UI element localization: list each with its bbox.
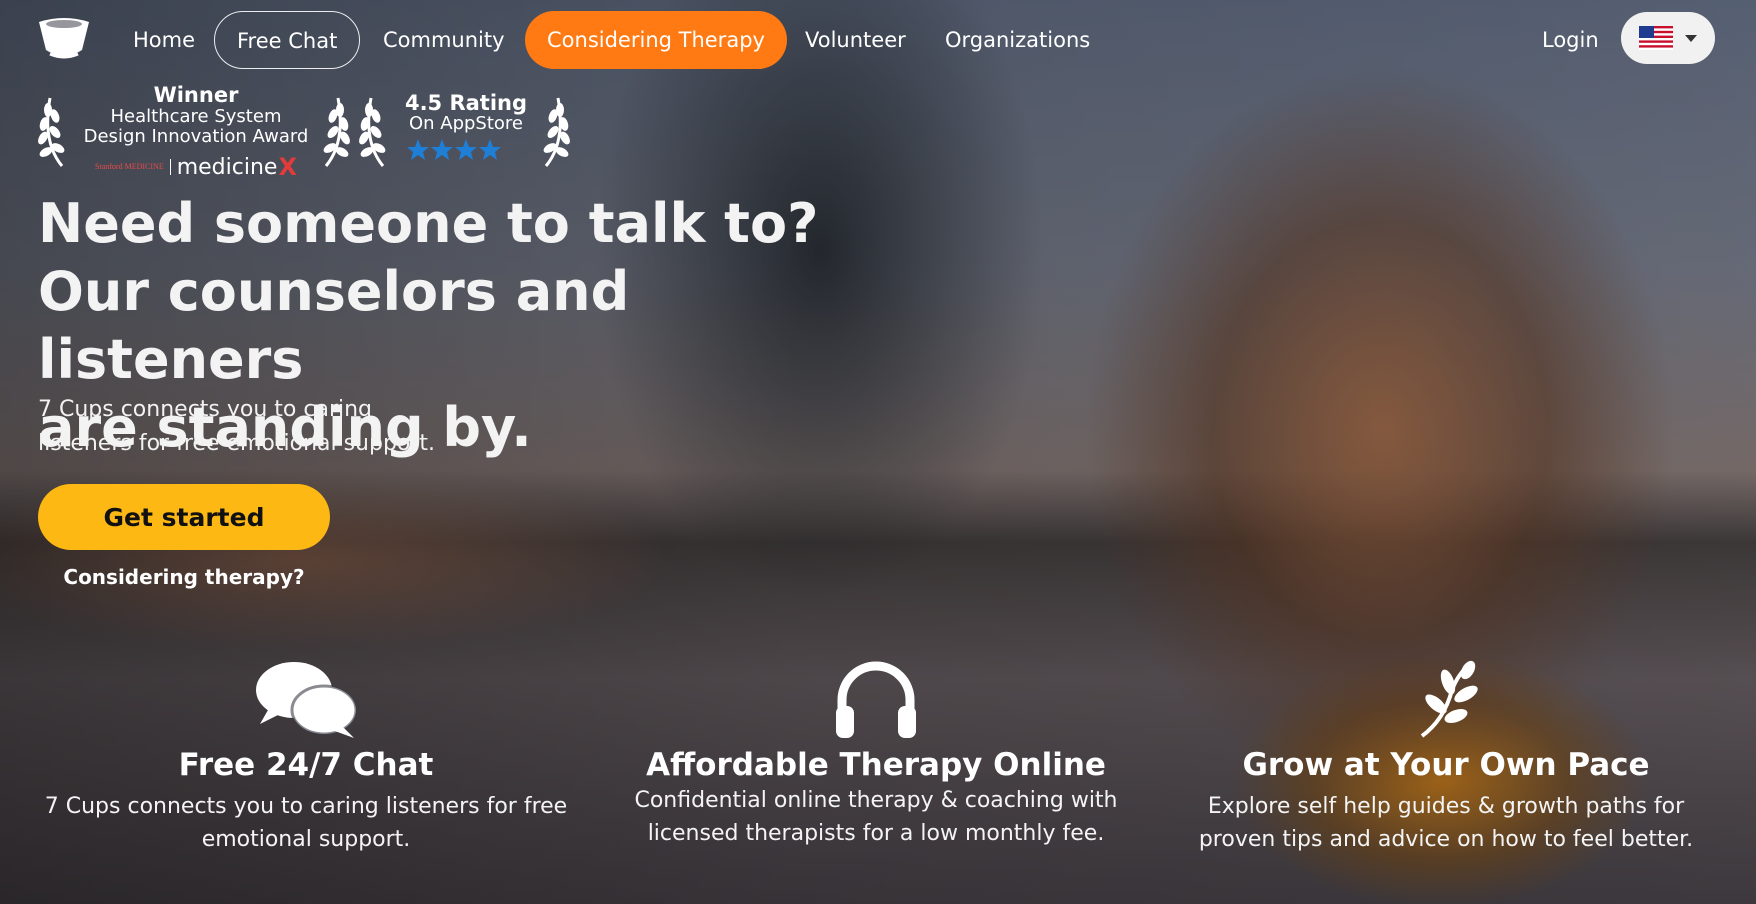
- medicine-logo-text: medicine: [176, 154, 278, 180]
- feature-title: Affordable Therapy Online: [646, 747, 1106, 783]
- nav-considering-therapy[interactable]: Considering Therapy: [525, 11, 787, 69]
- nav-community[interactable]: Community: [383, 11, 505, 69]
- sprout-icon: [1420, 660, 1478, 738]
- hero-subtitle-line-2: listeners for free emotional support.: [38, 431, 436, 456]
- feature-title: Grow at Your Own Pace: [1242, 747, 1650, 783]
- stanford-logo-text: Stanford MEDICINE: [95, 162, 164, 172]
- get-started-button[interactable]: Get started: [38, 484, 330, 550]
- feature-description-line-2: emotional support.: [201, 827, 411, 852]
- award-line-2: Design Innovation Award: [83, 125, 309, 147]
- chevron-down-icon: [1685, 34, 1697, 42]
- award-winner-title: Winner: [153, 83, 239, 107]
- feature-grow: Grow at Your Own Pace Explore self help …: [1176, 660, 1716, 856]
- hero-subtitle-line-1: 7 Cups connects you to caring: [38, 397, 373, 422]
- nav-organizations[interactable]: Organizations: [945, 11, 1090, 69]
- nav-free-chat[interactable]: Free Chat: [214, 11, 361, 69]
- 7cups-logo-icon[interactable]: [36, 16, 92, 62]
- feature-description-line-1: Confidential online therapy & coaching w…: [634, 788, 1118, 813]
- rating-subtitle: On AppStore: [408, 113, 524, 135]
- laurel-left-icon: [359, 97, 386, 167]
- feature-description-line-1: Explore self help guides & growth paths …: [1207, 794, 1685, 819]
- laurel-left-icon: [38, 97, 65, 167]
- considering-therapy-link[interactable]: Considering therapy?: [38, 565, 330, 589]
- nav-home[interactable]: Home: [133, 11, 195, 69]
- stanford-medicinex-logo: Stanford MEDICINE medicine X: [78, 152, 314, 181]
- medicinex-x-mark: X: [278, 152, 297, 181]
- hero-title-line-1: Need someone to talk to?: [38, 192, 819, 255]
- award-winner-block: Winner Healthcare System Design Innovati…: [78, 84, 314, 180]
- appstore-rating-block: 4.5 Rating On AppStore: [396, 92, 536, 166]
- language-selector[interactable]: [1621, 12, 1715, 64]
- feature-description-line-2: proven tips and advice on how to feel be…: [1198, 827, 1694, 852]
- feature-title: Free 24/7 Chat: [178, 747, 434, 783]
- award-line-1: Healthcare System: [110, 106, 282, 128]
- chat-bubbles-icon: [256, 662, 358, 738]
- login-link[interactable]: Login: [1542, 11, 1599, 69]
- feature-free-chat: Free 24/7 Chat 7 Cups connects you to ca…: [20, 660, 592, 856]
- headphones-icon: [836, 661, 916, 738]
- star-rating-icon: [407, 138, 501, 160]
- feature-description-line-2: licensed therapists for a low monthly fe…: [647, 821, 1105, 846]
- nav-volunteer[interactable]: Volunteer: [805, 11, 906, 69]
- hero-subtitle: 7 Cups connects you to caring listeners …: [38, 393, 458, 461]
- rating-title: 4.5 Rating: [404, 91, 528, 115]
- feature-therapy: Affordable Therapy Online Confidential o…: [600, 660, 1152, 850]
- laurel-right-icon: [323, 97, 350, 167]
- laurel-right-icon: [543, 97, 570, 167]
- feature-description-line-1: 7 Cups connects you to caring listeners …: [44, 794, 568, 819]
- us-flag-icon: [1639, 26, 1673, 50]
- hero-title-line-2: Our counselors and listeners: [38, 260, 630, 391]
